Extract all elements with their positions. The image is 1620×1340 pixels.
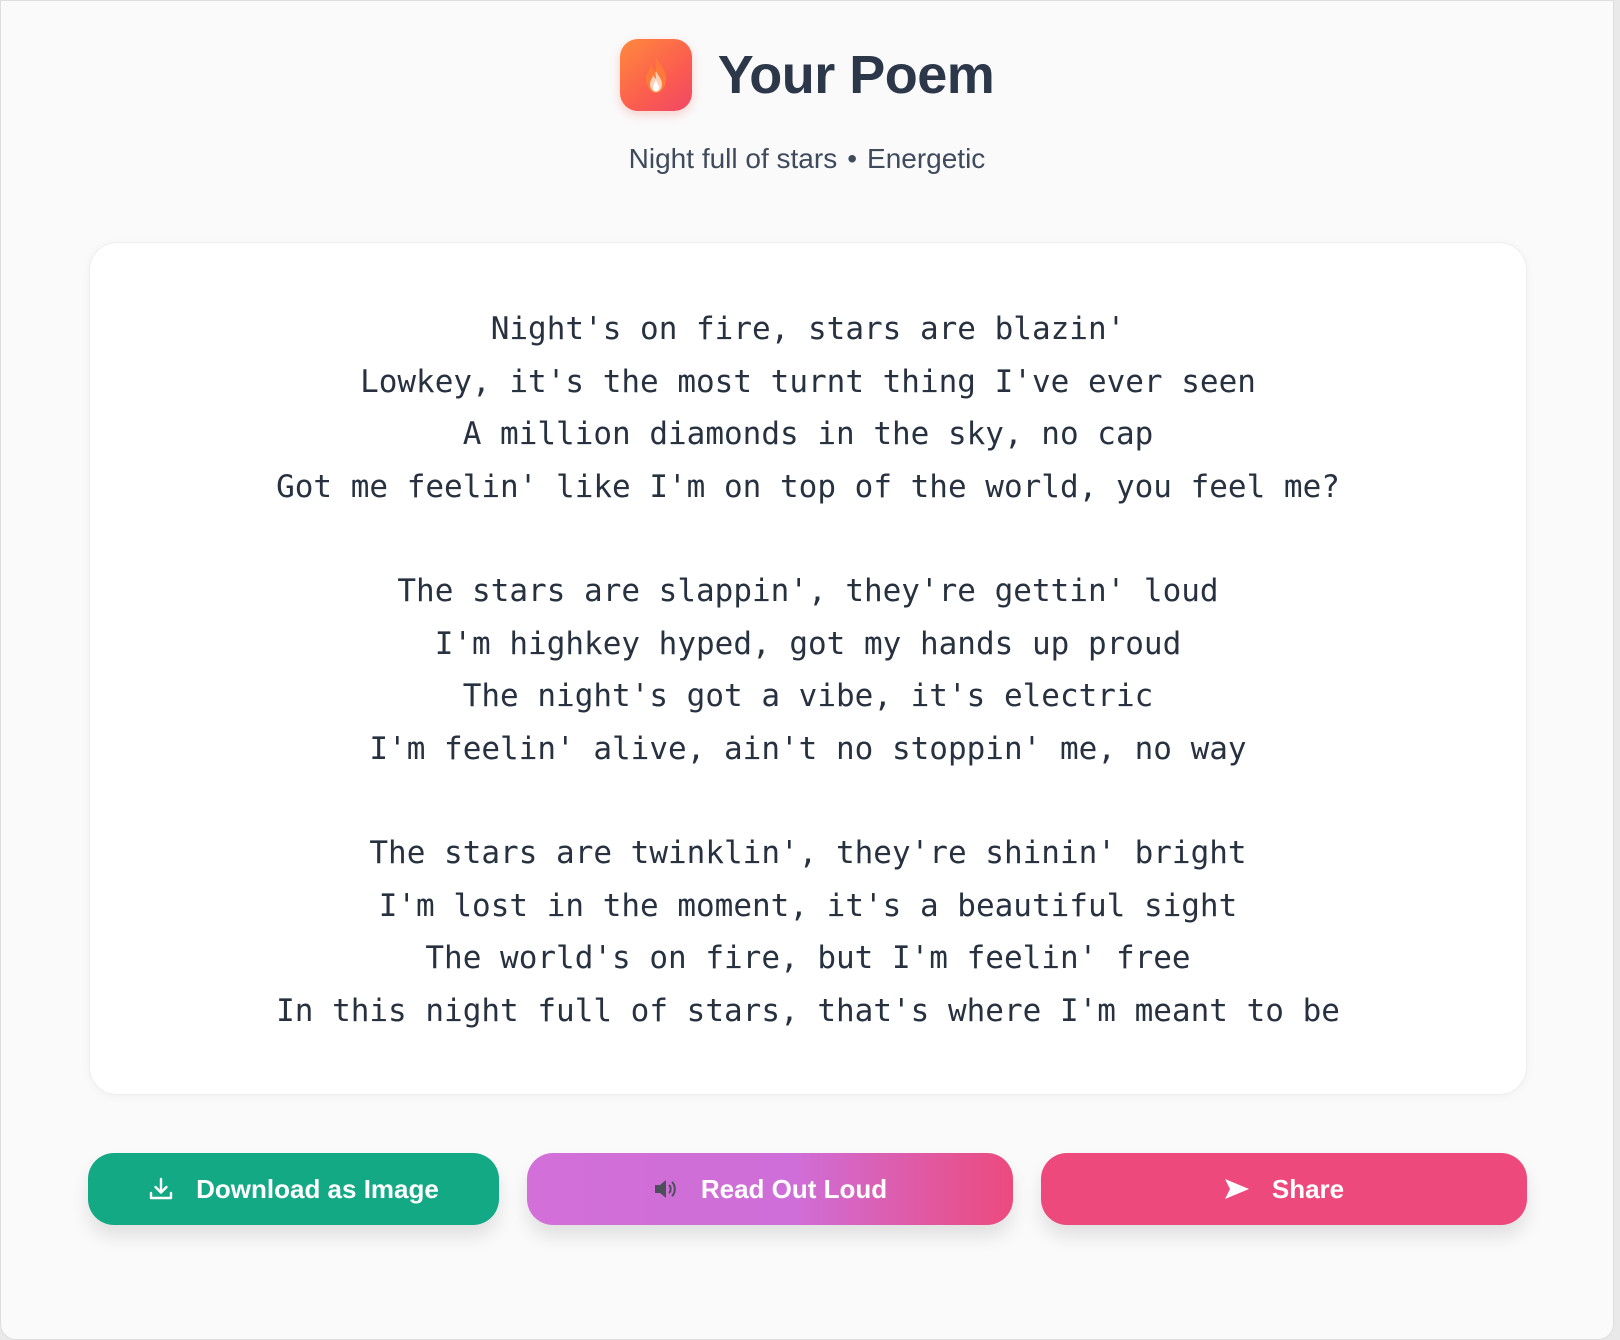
download-button-label: Download as Image: [196, 1173, 439, 1204]
page-title: Your Poem: [717, 45, 995, 105]
download-icon: [148, 1176, 174, 1202]
read-out-loud-button[interactable]: Read Out Loud: [527, 1153, 1013, 1225]
poem-mood: Energetic: [867, 143, 986, 174]
poem-stanza: The stars are twinklin', they're shinin'…: [90, 827, 1526, 1037]
poem-line: The stars are twinklin', they're shinin'…: [369, 835, 1247, 871]
poem-card: Night's on fire, stars are blazin' Lowke…: [89, 242, 1527, 1095]
poem-subtitle: Night full of stars • Energetic: [1, 143, 1613, 175]
share-button[interactable]: Share: [1041, 1153, 1527, 1225]
download-image-button[interactable]: Download as Image: [88, 1153, 499, 1225]
header: Your Poem: [1, 39, 1613, 111]
poem-line: In this night full of stars, that's wher…: [276, 992, 1340, 1029]
poem-line: Lowkey, it's the most turnt thing I've e…: [360, 363, 1256, 400]
poem-text: Night's on fire, stars are blazin' Lowke…: [90, 303, 1526, 1037]
poem-line: The stars are slappin', they're gettin' …: [397, 573, 1219, 609]
poem-line: I'm lost in the moment, it's a beautiful…: [378, 887, 1238, 924]
poem-line: The night's got a vibe, it's electric: [462, 678, 1154, 714]
poem-stanza: The stars are slappin', they're gettin' …: [90, 565, 1526, 775]
speaker-icon: [653, 1177, 679, 1201]
app-window: Your Poem Night full of stars • Energetic …: [0, 0, 1614, 1340]
share-button-label: Share: [1271, 1173, 1345, 1204]
poem-line: I'm highkey hyped, got my hands up proud: [434, 625, 1182, 662]
read-button-label: Read Out Loud: [700, 1173, 888, 1204]
poem-line: Got me feelin' like I'm on top of the wo…: [276, 468, 1340, 505]
fire-icon: [619, 39, 692, 111]
poem-line: The world's on fire, but I'm feelin' fre…: [425, 940, 1191, 976]
poem-line: Night's on fire, stars are blazin': [490, 311, 1126, 347]
poem-stanza: Night's on fire, stars are blazin' Lowke…: [90, 303, 1526, 513]
poem-line: I'm feelin' alive, ain't no stoppin' me,…: [369, 730, 1247, 767]
poem-topic: Night full of stars: [628, 143, 838, 174]
send-icon: [1224, 1178, 1250, 1200]
poem-line: A million diamonds in the sky, no cap: [462, 416, 1154, 452]
subtitle-separator: •: [847, 143, 858, 174]
